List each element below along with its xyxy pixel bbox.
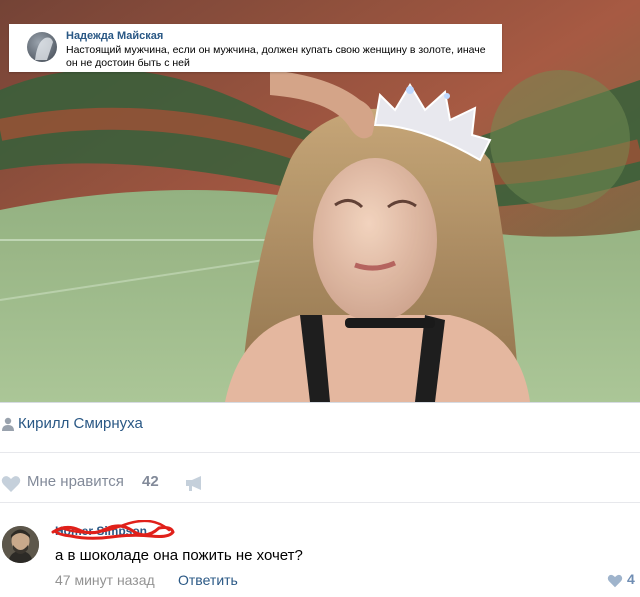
- person-icon: [2, 417, 14, 431]
- like-button-label[interactable]: Мне нравится: [27, 473, 124, 490]
- quote-author-name[interactable]: Надежда Майская: [66, 30, 163, 42]
- comment-text: а в шоколаде она пожить не хочет?: [55, 547, 303, 564]
- red-scribble-overlay: [51, 520, 175, 540]
- comment-item: Homer Simpson а в шоколаде она пожить не…: [0, 512, 640, 597]
- comment-timestamp[interactable]: 47 минут назад: [55, 572, 155, 588]
- share-megaphone-icon[interactable]: [185, 475, 205, 491]
- reply-link[interactable]: Ответить: [178, 572, 238, 588]
- comment-like-count[interactable]: 4: [627, 571, 635, 587]
- heart-icon[interactable]: [1, 475, 21, 493]
- commenter-avatar[interactable]: [2, 526, 39, 563]
- commenter-name-wrapper[interactable]: Homer Simpson: [51, 520, 175, 540]
- source-author-name[interactable]: Кирилл Смирнуха: [18, 415, 143, 432]
- quote-text: Настоящий мужчина, если он мужчина, долж…: [66, 44, 486, 69]
- post-source-row: Кирилл Смирнуха: [0, 402, 640, 453]
- quote-author-avatar[interactable]: [27, 32, 57, 62]
- likes-row: Мне нравится 42: [0, 464, 640, 503]
- like-count[interactable]: 42: [142, 473, 159, 490]
- quote-card: Надежда Майская Настоящий мужчина, если …: [9, 24, 502, 72]
- comment-heart-icon[interactable]: [607, 574, 623, 588]
- post-photo[interactable]: Надежда Майская Настоящий мужчина, если …: [0, 0, 640, 403]
